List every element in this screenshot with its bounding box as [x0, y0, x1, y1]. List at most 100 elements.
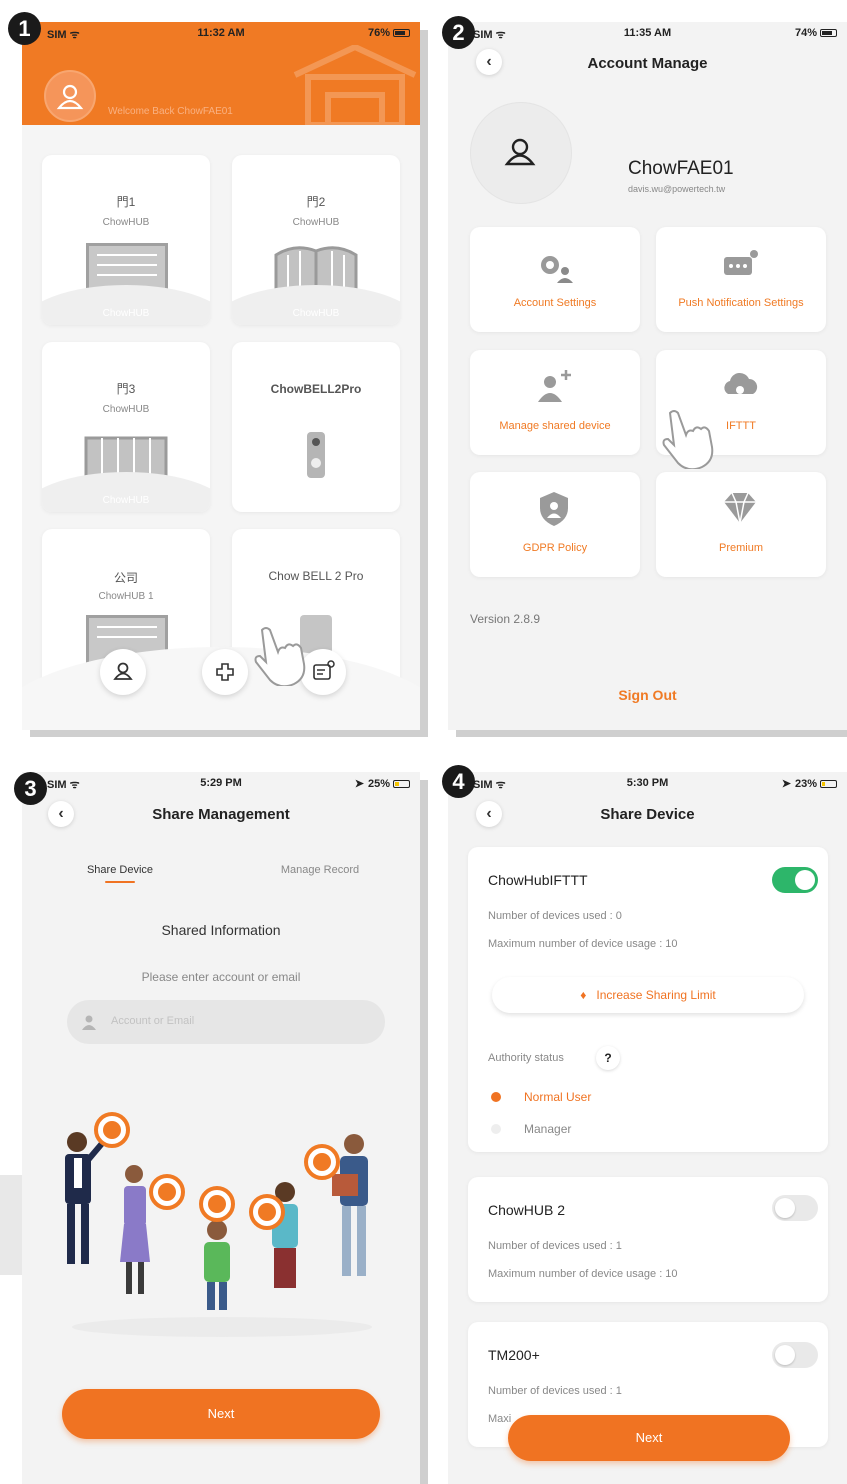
role-label: Normal User	[524, 1090, 592, 1104]
card-footer	[42, 472, 210, 512]
status-time: 11:35 AM	[623, 27, 672, 39]
add-device-button[interactable]	[202, 649, 248, 695]
increase-limit-label: Increase Sharing Limit	[596, 988, 716, 1002]
next-button[interactable]: Next	[508, 1415, 790, 1461]
battery-icon	[820, 29, 837, 37]
doorbell-icon	[307, 432, 325, 478]
role-label: Manager	[524, 1122, 572, 1136]
battery-percent: 74%	[794, 27, 817, 39]
tab-manage-record[interactable]: Manage Record	[267, 864, 373, 876]
hand-pointer-icon	[254, 627, 306, 686]
chat-bubble-icon	[724, 250, 758, 275]
premium-tile[interactable]: Premium	[656, 472, 826, 577]
radio-unselected-dot	[491, 1124, 501, 1134]
radio-manager[interactable]: Manager	[488, 1119, 688, 1139]
sign-out-button[interactable]: Sign Out	[448, 687, 847, 703]
avatar[interactable]	[470, 102, 572, 204]
device-name: Chow BELL 2 Pro	[268, 569, 364, 583]
device-name: 門1	[116, 195, 136, 209]
step-3-marker: 3	[14, 772, 47, 805]
welcome-text: Welcome Back ChowFAE01	[108, 106, 233, 117]
battery-icon	[820, 780, 837, 788]
increase-sharing-limit-button[interactable]: ♦ Increase Sharing Limit	[492, 977, 804, 1013]
gear-user-icon	[541, 256, 573, 283]
tab-share-device[interactable]: Share Device	[67, 864, 173, 876]
card-footer-label: ChowHUB	[292, 308, 340, 319]
user-icon	[113, 662, 133, 680]
card-footer-label: ChowHUB	[102, 308, 150, 319]
hand-pointer-icon	[662, 410, 714, 469]
location-icon: ➤	[354, 778, 364, 790]
account-manage-screen: SIM ᯤ 11:35 AM 74% ‹ Account Manage Chow…	[448, 22, 847, 730]
device-type: ChowHUB 1	[98, 591, 154, 602]
screen-shadow	[30, 730, 428, 737]
share-toggle[interactable]	[772, 1342, 818, 1368]
account-input[interactable]: Account or Email	[67, 1000, 385, 1044]
shield-user-icon	[540, 492, 568, 526]
gdpr-policy-tile[interactable]: GDPR Policy	[470, 472, 640, 577]
username: ChowFAE01	[628, 158, 734, 179]
screen-shadow	[456, 730, 847, 737]
device-name: 公司	[113, 571, 138, 585]
avatar[interactable]	[44, 70, 96, 122]
device-name: TM200+	[488, 1347, 540, 1363]
device-card[interactable]: 門3 ChowHUB ChowHUB	[42, 342, 210, 512]
push-notification-settings-tile[interactable]: Push Notification Settings	[656, 227, 826, 332]
radio-normal-user[interactable]: Normal User	[488, 1087, 688, 1107]
battery-percent: 25%	[367, 778, 390, 790]
device-type: ChowHUB	[292, 217, 340, 228]
diamond-icon	[724, 492, 756, 524]
screen-shadow	[420, 780, 428, 1484]
next-button[interactable]: Next	[62, 1389, 380, 1439]
user-icon	[56, 84, 84, 110]
card-footer	[232, 285, 400, 325]
account-input-placeholder: Account or Email	[111, 1015, 195, 1027]
screen-shadow	[420, 30, 428, 737]
tile-label: Premium	[718, 542, 763, 554]
manage-shared-device-tile[interactable]: Manage shared device	[470, 350, 640, 455]
tile-label: Manage shared device	[499, 420, 611, 432]
step-1-marker: 1	[8, 12, 41, 45]
step-2-marker: 2	[442, 16, 475, 49]
share-toggle[interactable]	[772, 867, 818, 893]
profile-button[interactable]	[100, 649, 146, 695]
device-name: ChowHUB 2	[488, 1202, 566, 1218]
settings-card-icon	[313, 660, 335, 680]
user-icon	[504, 138, 536, 166]
diamond-icon: ♦	[580, 988, 587, 1002]
battery-percent: 76%	[367, 27, 390, 39]
user-icon	[82, 1015, 96, 1030]
devices-used: Number of devices used : 0	[488, 910, 622, 922]
share-device-screen: SIM ᯤ 5:30 PM ➤ 23% ‹ Share Device ChowHu…	[448, 772, 847, 1484]
card-footer	[42, 285, 210, 325]
device-card[interactable]: 門1 ChowHUB ChowHUB	[42, 155, 210, 325]
app-version: Version 2.8.9	[470, 612, 541, 626]
device-name: ChowHubIFTTT	[488, 872, 588, 888]
help-button[interactable]: ?	[596, 1046, 620, 1070]
add-user-icon	[538, 370, 571, 402]
device-card[interactable]: 門2 ChowHUB ChowHUB	[232, 155, 400, 325]
location-icon: ➤	[781, 778, 791, 790]
radio-selected-dot	[491, 1092, 501, 1102]
tile-label: GDPR Policy	[522, 542, 588, 554]
battery-icon	[393, 780, 410, 788]
sharing-people-illustration	[65, 1112, 372, 1337]
tab-active-indicator	[105, 881, 135, 883]
tile-label: Account Settings	[513, 297, 597, 309]
device-name: 門3	[116, 382, 136, 396]
device-card[interactable]: ChowBELL2Pro	[232, 342, 400, 512]
page-title: Share Management	[152, 806, 290, 823]
share-toggle[interactable]	[772, 1195, 818, 1221]
devices-used: Number of devices used : 1	[488, 1385, 622, 1397]
user-email: davis.wu@powertech.tw	[628, 184, 726, 194]
shared-device-card: ChowHubIFTTT Number of devices used : 0 …	[468, 847, 828, 1152]
building-watermark-icon	[293, 45, 417, 125]
max-device-usage: Maximum number of device usage : 10	[488, 1268, 678, 1280]
screen-shadow	[0, 1175, 22, 1275]
page-title: Account Manage	[587, 55, 708, 72]
account-settings-tile[interactable]: Account Settings	[470, 227, 640, 332]
tile-label: Push Notification Settings	[678, 297, 804, 309]
device-type: ChowHUB	[102, 404, 150, 415]
home-screen: SIM ᯤ 11:32 AM 76% Welcome Back ChowFAE0…	[22, 22, 420, 730]
settings-button[interactable]	[300, 649, 346, 695]
